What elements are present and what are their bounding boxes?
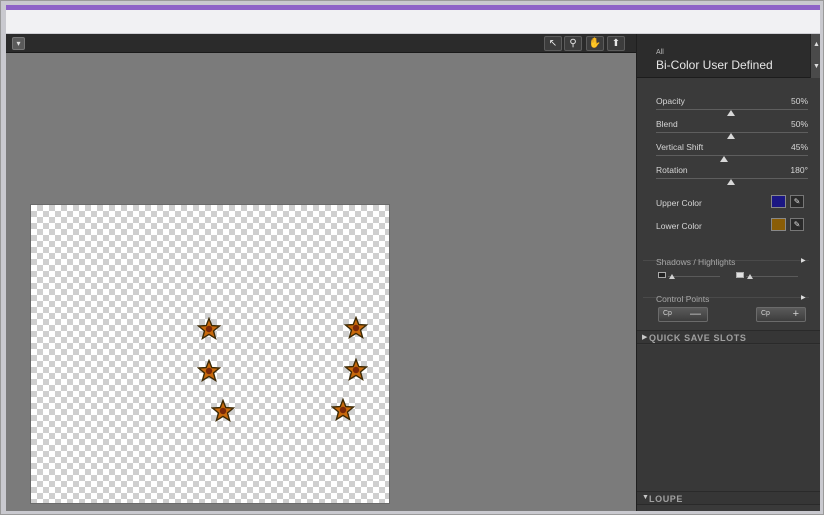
minus-icon: —	[690, 308, 701, 320]
vertical-shift-slider[interactable]: Vertical Shift 45%	[656, 142, 808, 164]
plugin-app: ▾ ↖ ⚲ ✋ ⬆ All Bi-Color User Defined ▲ ▼ …	[6, 34, 820, 511]
control-points-title[interactable]: Control Points	[656, 294, 709, 304]
slider-label: Opacity	[656, 96, 685, 106]
slider-value: 50%	[790, 119, 808, 129]
chevron-up-icon[interactable]: ▲	[812, 40, 820, 49]
filter-category: All	[656, 49, 664, 56]
plus-icon: +	[792, 308, 799, 320]
chevron-down-icon[interactable]: ▼	[812, 62, 820, 71]
shadows-highlights-title[interactable]: Shadows / Highlights	[656, 257, 735, 267]
window-title-strip	[6, 10, 820, 34]
upper-color-swatch[interactable]	[771, 195, 786, 208]
slider-value: 180°	[790, 165, 808, 175]
slider-label: Vertical Shift	[656, 142, 704, 152]
shadows-icon	[658, 272, 666, 278]
upper-color-label: Upper Color	[656, 198, 702, 208]
remove-control-point-button[interactable]: Cp —	[658, 307, 708, 322]
highlights-icon	[736, 272, 744, 278]
filter-scrollbar[interactable]: ▲ ▼	[810, 34, 820, 78]
slider-thumb[interactable]	[727, 133, 735, 139]
eyedropper-icon[interactable]: ✎	[790, 195, 804, 208]
filter-name: Bi-Color User Defined	[656, 58, 773, 72]
arrow-pointer-icon[interactable]: ↖	[544, 36, 562, 51]
slider-label: Blend	[656, 119, 678, 129]
upper-color-row: Upper Color ✎	[656, 195, 808, 211]
blend-slider[interactable]: Blend 50%	[656, 119, 808, 141]
preview-area[interactable]	[6, 54, 636, 511]
filter-header[interactable]: All Bi-Color User Defined ▲ ▼	[637, 34, 820, 78]
slider-thumb[interactable]	[727, 179, 735, 185]
loupe-title: LOUPE	[649, 494, 684, 504]
highlights-thumb[interactable]	[747, 274, 753, 279]
lower-color-label: Lower Color	[656, 221, 702, 231]
preview-toolbar: ▾ ↖ ⚲ ✋ ⬆	[6, 34, 636, 53]
quick-save-slots-title: QUICK SAVE SLOTS	[649, 333, 747, 343]
star-image	[197, 359, 221, 383]
star-image	[331, 398, 355, 422]
filter-panel: All Bi-Color User Defined ▲ ▼ Opacity 50…	[636, 34, 820, 511]
button-label: Cp	[761, 310, 770, 317]
window-frame: ▾ ↖ ⚲ ✋ ⬆ All Bi-Color User Defined ▲ ▼ …	[0, 0, 824, 515]
star-image	[344, 358, 368, 382]
lower-color-row: Lower Color ✎	[656, 218, 808, 234]
panel-empty-area	[637, 345, 820, 491]
image-canvas[interactable]	[30, 204, 390, 504]
chevron-right-icon[interactable]: ▶	[801, 257, 806, 264]
slider-thumb[interactable]	[727, 110, 735, 116]
shadows-track[interactable]	[668, 276, 720, 277]
rotation-slider[interactable]: Rotation 180°	[656, 165, 808, 187]
chevron-down-icon[interactable]: ▾	[12, 37, 25, 50]
star-image	[344, 316, 368, 340]
slider-label: Rotation	[656, 165, 688, 175]
slider-value: 45%	[790, 142, 808, 152]
lower-color-swatch[interactable]	[771, 218, 786, 231]
eyedropper-icon[interactable]: ✎	[790, 218, 804, 231]
shadows-thumb[interactable]	[669, 274, 675, 279]
chevron-right-icon: ▶	[642, 334, 648, 341]
add-control-point-button[interactable]: Cp +	[756, 307, 806, 322]
quick-save-slots-section[interactable]: ▶ QUICK SAVE SLOTS	[637, 330, 820, 344]
loupe-section[interactable]: ▼ LOUPE	[637, 491, 820, 505]
slider-track[interactable]	[656, 155, 808, 156]
button-label: Cp	[663, 310, 672, 317]
opacity-slider[interactable]: Opacity 50%	[656, 96, 808, 118]
zoom-icon[interactable]: ⚲	[564, 36, 582, 51]
star-image	[197, 317, 221, 341]
chevron-down-icon: ▼	[642, 494, 649, 501]
highlights-track[interactable]	[746, 276, 798, 277]
slider-value: 50%	[790, 96, 808, 106]
slider-thumb[interactable]	[720, 156, 728, 162]
hand-icon[interactable]: ✋	[586, 36, 604, 51]
star-image	[211, 399, 235, 423]
chevron-right-icon[interactable]: ▶	[801, 294, 806, 301]
pin-icon[interactable]: ⬆	[607, 36, 625, 51]
